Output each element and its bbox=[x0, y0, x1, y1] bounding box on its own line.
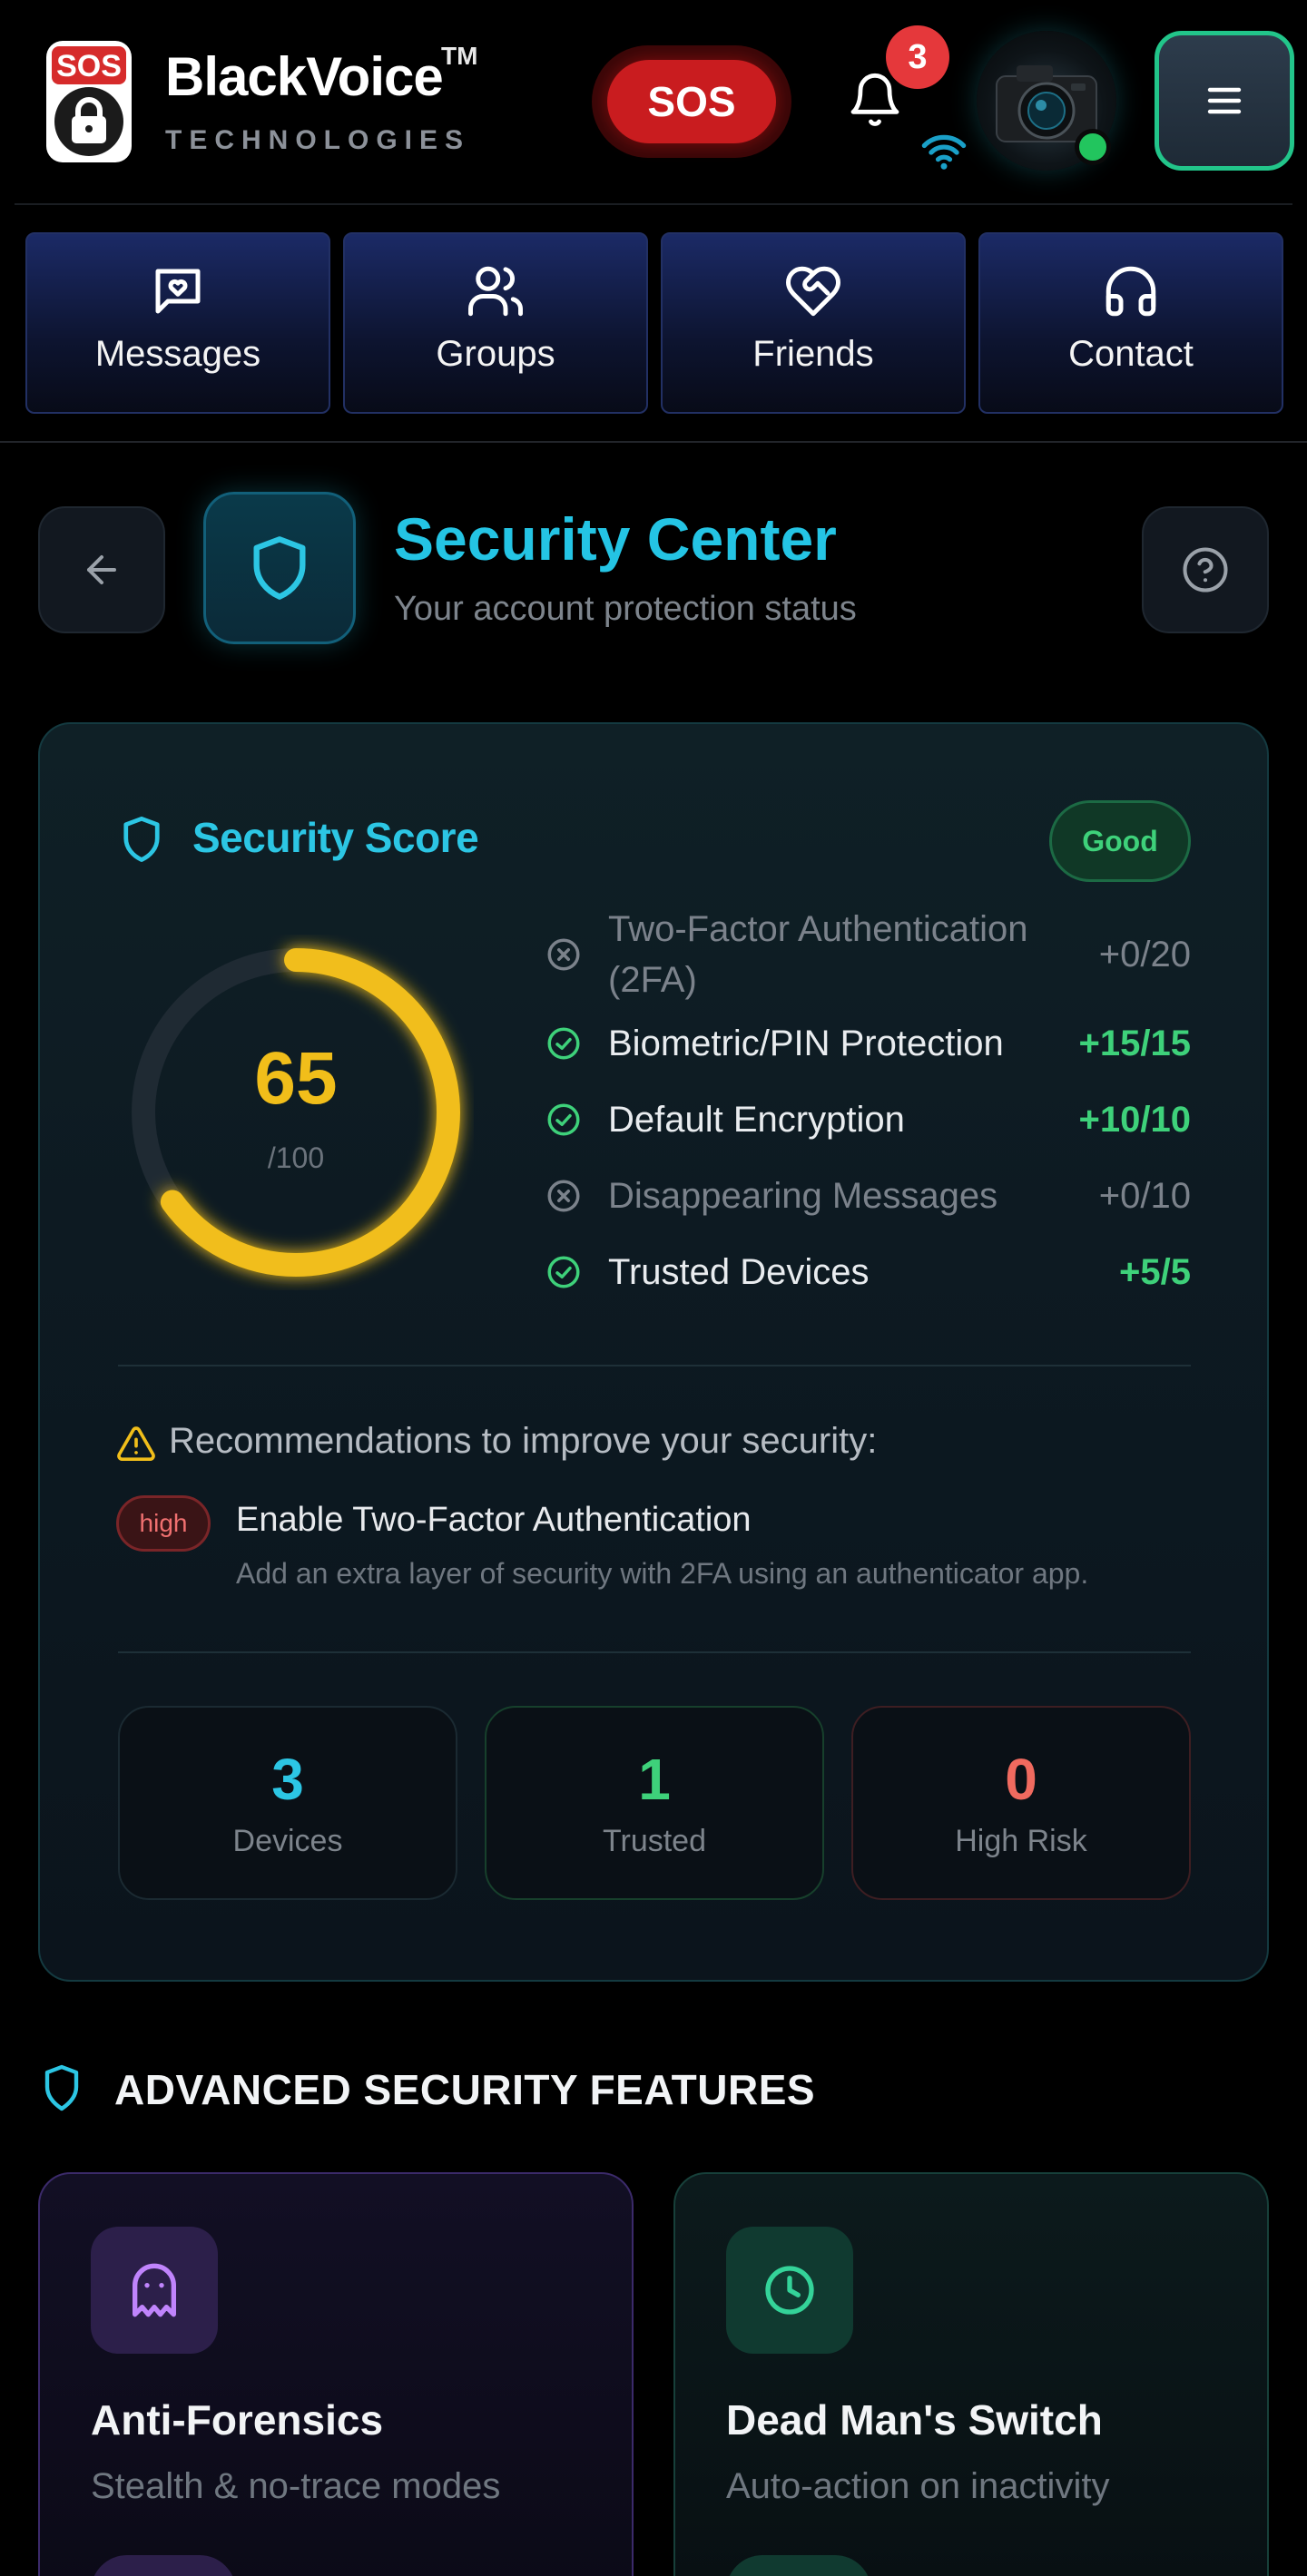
warning-triangle-icon bbox=[117, 1426, 155, 1461]
message-heart-icon bbox=[155, 269, 201, 314]
check-name: Biometric/PIN Protection bbox=[608, 1024, 1004, 1063]
nav-tab-contact[interactable]: Contact bbox=[978, 232, 1283, 414]
feature-icon-tile bbox=[91, 2227, 218, 2354]
feature-toggle[interactable] bbox=[726, 2555, 871, 2576]
shield-icon bbox=[44, 2064, 79, 2111]
check-points: +0/20 bbox=[1098, 934, 1191, 975]
headphones-icon bbox=[1106, 266, 1156, 317]
brand-name: BlackVoice bbox=[165, 46, 444, 107]
nav-tab-messages[interactable]: Messages bbox=[25, 232, 330, 414]
check-row-encryption: Default Encryption +10/10 bbox=[545, 1082, 1191, 1158]
security-shield-tile bbox=[203, 492, 356, 644]
check-points: +0/10 bbox=[1098, 1175, 1191, 1216]
check-name: Default Encryption bbox=[608, 1100, 905, 1140]
sos-button[interactable]: SOS bbox=[592, 45, 791, 158]
online-status-dot bbox=[1075, 129, 1111, 165]
nav-tab-label: Groups bbox=[436, 334, 555, 374]
card-divider bbox=[118, 1651, 1191, 1653]
check-circle-icon bbox=[547, 1103, 580, 1136]
check-row-disappearing: Disappearing Messages +0/10 bbox=[545, 1158, 1191, 1234]
app-header: SOS BlackVoice TM TECHNOLOGIES SOS 3 bbox=[0, 0, 1307, 205]
x-circle-icon bbox=[547, 1180, 580, 1212]
stat-high-risk[interactable]: 0 High Risk bbox=[851, 1706, 1191, 1900]
feature-card-dead-mans-switch[interactable]: Dead Man's Switch Auto-action on inactiv… bbox=[673, 2172, 1269, 2576]
nav-tab-friends[interactable]: Friends bbox=[661, 232, 966, 414]
sos-button-label: SOS bbox=[607, 60, 776, 143]
hamburger-menu-icon bbox=[1207, 87, 1242, 114]
shield-icon bbox=[253, 536, 306, 600]
page-title: Security Center bbox=[394, 505, 837, 573]
stat-label: Devices bbox=[232, 1824, 343, 1858]
feature-subtitle: Stealth & no-trace modes bbox=[91, 2466, 501, 2506]
help-button[interactable] bbox=[1142, 506, 1269, 633]
heart-handshake-icon bbox=[786, 266, 840, 317]
score-max: /100 bbox=[267, 1141, 325, 1174]
shield-icon bbox=[123, 816, 160, 862]
clock-icon bbox=[765, 2266, 814, 2315]
stat-value: 0 bbox=[1005, 1747, 1037, 1812]
check-points: +15/15 bbox=[1078, 1023, 1191, 1063]
svg-text:SOS: SOS bbox=[56, 49, 122, 83]
security-score-title: Security Score bbox=[192, 814, 479, 861]
menu-button[interactable] bbox=[1155, 31, 1294, 171]
header-divider bbox=[15, 203, 1292, 205]
feature-subtitle: Auto-action on inactivity bbox=[726, 2466, 1110, 2506]
stat-label: High Risk bbox=[955, 1824, 1087, 1858]
stat-trusted[interactable]: 1 Trusted bbox=[485, 1706, 824, 1900]
check-circle-icon bbox=[547, 1256, 580, 1288]
notification-count-badge: 3 bbox=[886, 25, 949, 89]
feature-title: Dead Man's Switch bbox=[726, 2396, 1103, 2444]
check-points: +10/10 bbox=[1078, 1099, 1191, 1140]
check-row-trusted-devices: Trusted Devices +5/5 bbox=[545, 1234, 1191, 1310]
card-divider bbox=[118, 1365, 1191, 1366]
check-row-biometric: Biometric/PIN Protection +15/15 bbox=[545, 1005, 1191, 1082]
nav-tab-label: Messages bbox=[94, 334, 261, 374]
stat-label: Trusted bbox=[602, 1824, 706, 1858]
status-badge: Good bbox=[1049, 800, 1191, 882]
security-checklist: Two-Factor Authentication (2FA) +0/20 Bi… bbox=[545, 904, 1191, 1310]
stat-devices[interactable]: 3 Devices bbox=[118, 1706, 457, 1900]
page-subtitle: Your account protection status bbox=[394, 590, 857, 628]
check-row-2fa: Two-Factor Authentication (2FA) +0/20 bbox=[545, 904, 1191, 1005]
check-name: Disappearing Messages bbox=[608, 1176, 998, 1216]
recommendations-title: Recommendations to improve your security… bbox=[169, 1421, 878, 1461]
check-name: Trusted Devices bbox=[608, 1252, 870, 1292]
feature-icon-tile bbox=[726, 2227, 853, 2354]
nav-divider bbox=[0, 441, 1307, 443]
sos-lock-logo-icon[interactable]: SOS bbox=[44, 38, 134, 165]
nav-tab-label: Friends bbox=[752, 334, 874, 374]
stat-value: 3 bbox=[271, 1747, 304, 1812]
check-points: +5/5 bbox=[1119, 1251, 1191, 1292]
recommendation-description: Add an extra layer of security with 2FA … bbox=[236, 1557, 1089, 1590]
feature-card-anti-forensics[interactable]: Anti-Forensics Stealth & no-trace modes bbox=[38, 2172, 634, 2576]
stat-value: 1 bbox=[638, 1747, 671, 1812]
feature-toggle[interactable] bbox=[91, 2555, 236, 2576]
nav-tab-groups[interactable]: Groups bbox=[343, 232, 648, 414]
ghost-icon bbox=[133, 2263, 176, 2317]
score-value: 65 bbox=[254, 1037, 338, 1120]
arrow-left-icon bbox=[87, 555, 116, 584]
check-name: Two-Factor Authentication (2FA) bbox=[608, 909, 1028, 1000]
priority-badge: high bbox=[116, 1495, 211, 1552]
help-circle-icon bbox=[1183, 547, 1228, 593]
feature-title: Anti-Forensics bbox=[91, 2396, 384, 2444]
back-button[interactable] bbox=[38, 506, 165, 633]
nav-tab-label: Contact bbox=[1068, 334, 1194, 374]
recommendation-title[interactable]: Enable Two-Factor Authentication bbox=[236, 1501, 752, 1540]
users-icon bbox=[468, 266, 523, 317]
check-circle-icon bbox=[547, 1027, 580, 1060]
brand-subtitle: TECHNOLOGIES bbox=[165, 125, 471, 155]
advanced-features-title: ADVANCED SECURITY FEATURES bbox=[114, 2066, 816, 2113]
wifi-icon bbox=[921, 134, 967, 170]
brand-trademark: TM bbox=[441, 42, 478, 70]
x-circle-icon bbox=[547, 938, 580, 971]
